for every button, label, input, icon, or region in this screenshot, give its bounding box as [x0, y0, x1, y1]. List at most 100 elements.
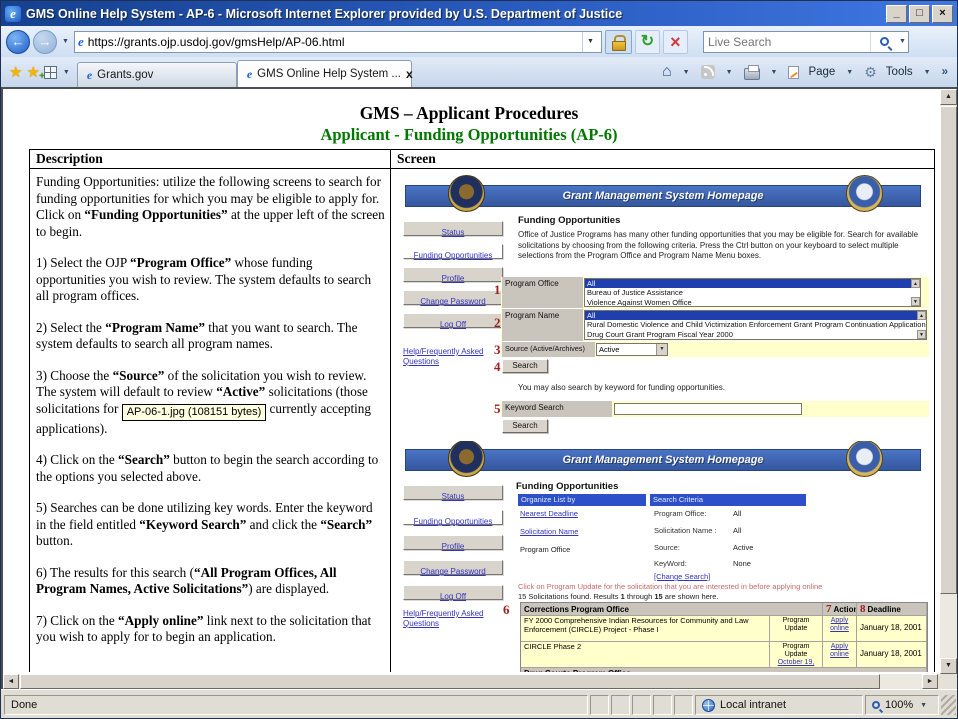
security-lock-button[interactable]	[605, 30, 632, 54]
horizontal-scroll-thumb[interactable]	[20, 674, 880, 689]
description-paragraph: 5) Searches can be done utilizing key wo…	[36, 500, 385, 550]
zoom-dropdown-icon[interactable]: ▼	[918, 702, 929, 709]
gear-icon[interactable]: ⚙	[864, 65, 877, 79]
add-favorite-icon[interactable]: ★+	[26, 63, 39, 81]
gms-nav-change-password[interactable]: Change Password	[403, 560, 503, 575]
organize-by-solicitation-name[interactable]: Solicitation Name	[520, 527, 578, 536]
listbox-option[interactable]: Drug Court Grant Program Fiscal Year 200…	[585, 330, 926, 339]
tools-menu[interactable]: Tools	[886, 66, 913, 78]
tab-grants-gov[interactable]: e Grants.gov	[77, 62, 237, 87]
feed-dropdown-icon[interactable]: ▼	[724, 69, 735, 76]
program-update-link[interactable]: October 19, 2000	[778, 659, 815, 668]
gms-nav-funding-opportunities[interactable]: Funding Opportunities	[403, 510, 503, 525]
zoom-magnifier-icon	[872, 701, 880, 709]
stop-button[interactable]: ×	[663, 30, 688, 54]
organize-by-nearest-deadline[interactable]: Nearest Deadline	[520, 509, 578, 518]
column-header-description: Description	[36, 151, 103, 167]
page-dropdown-icon[interactable]: ▼	[844, 69, 855, 76]
change-search-link[interactable]: [Change Search]	[654, 572, 710, 581]
description-paragraph: 4) Click on the “Search” button to begin…	[36, 452, 385, 485]
page-icon[interactable]	[788, 66, 799, 79]
close-button[interactable]: ×	[932, 5, 953, 23]
quick-tabs-icon[interactable]	[44, 66, 57, 79]
more-commands-chevron-icon[interactable]: »	[942, 66, 948, 78]
favorites-center-icon[interactable]: ★	[9, 63, 22, 81]
image-size-tooltip: AP-06-1.jpg (108151 bytes)	[122, 404, 267, 421]
program-office-listbox[interactable]: AllBureau of Justice AssistanceViolence …	[584, 278, 921, 307]
gms-nav-status[interactable]: Status	[403, 221, 503, 236]
command-bar: ⌂ ▼ ▼ ▼ Page ▼ ⚙ Tools ▼ »	[662, 57, 954, 87]
horizontal-scrollbar[interactable]: ◄ ►	[3, 674, 938, 689]
listbox-option[interactable]: Rural Domestic Violence and Child Victim…	[585, 320, 926, 329]
gms-nav-label: Status	[442, 228, 465, 237]
live-search-input[interactable]	[704, 35, 870, 49]
gms-help-link[interactable]: Help/Frequently Asked Questions	[403, 609, 515, 629]
window-title: GMS Online Help System - AP-6 - Microsof…	[26, 7, 881, 21]
apply-online-link[interactable]: Apply online	[830, 617, 849, 632]
gms-nav-funding-opportunities[interactable]: Funding Opportunities	[403, 244, 503, 259]
help-page: GMS – Applicant Procedures Applicant - F…	[3, 89, 937, 672]
favorites-group: ★ ★+ ▼	[4, 57, 77, 87]
url-input[interactable]	[88, 35, 578, 49]
live-search-box: ▼	[703, 31, 909, 53]
back-button[interactable]: ←	[6, 30, 30, 54]
scroll-left-icon[interactable]: ◄	[3, 674, 19, 689]
home-icon[interactable]: ⌂	[662, 63, 672, 81]
tools-dropdown-icon[interactable]: ▼	[922, 69, 933, 76]
tab-list-dropdown-icon[interactable]: ▼	[61, 69, 72, 76]
maximize-button[interactable]: □	[909, 5, 930, 23]
forward-button[interactable]: →	[33, 30, 57, 54]
tab-gms-help[interactable]: e GMS Online Help System ... x	[237, 60, 412, 87]
select-dropdown-icon[interactable]: ▼	[656, 344, 667, 355]
solicitations-table: Corrections Program Office 7Action 8Dead…	[520, 602, 928, 672]
gms-screenshot-results: Grant Management System Homepage StatusF…	[399, 441, 933, 672]
apply-online-link[interactable]: Apply online	[830, 643, 849, 658]
scroll-up-icon[interactable]: ▲	[940, 89, 957, 105]
program-name-label: Program Name	[502, 309, 583, 341]
results-summary: 15 Solicitations found. Results 1 throug…	[518, 592, 719, 601]
listbox-scroll-dn-icon[interactable]: ▼	[911, 297, 920, 306]
stop-icon: ×	[670, 34, 681, 50]
listbox-option[interactable]: Violence Against Women Office	[585, 298, 920, 307]
gms-nav-label: Log Off	[440, 320, 466, 329]
address-dropdown-icon[interactable]: ▼	[582, 32, 598, 52]
keyword-search-input[interactable]	[614, 403, 802, 415]
rss-feed-icon[interactable]	[701, 65, 715, 79]
gms-nav-log-off[interactable]: Log Off	[403, 313, 503, 328]
search-provider-dropdown-icon[interactable]: ▼	[897, 38, 908, 45]
page-favicon-icon: e	[78, 34, 84, 50]
resize-grip[interactable]	[941, 695, 956, 715]
vertical-scroll-thumb[interactable]	[940, 106, 957, 594]
history-dropdown-icon[interactable]: ▼	[60, 38, 71, 45]
gms-nav-change-password[interactable]: Change Password	[403, 290, 503, 305]
program-name-listbox[interactable]: AllRural Domestic Violence and Child Vic…	[584, 310, 927, 340]
scroll-right-icon[interactable]: ►	[922, 674, 938, 689]
tab-close-icon[interactable]: x	[406, 67, 413, 81]
search-button[interactable]: Search	[502, 359, 548, 373]
title-bar: e GMS Online Help System - AP-6 - Micros…	[1, 1, 957, 26]
vertical-scrollbar[interactable]: ▲ ▼	[940, 89, 957, 674]
source-select[interactable]: Active ▼	[596, 343, 668, 356]
refresh-button[interactable]: ↻	[635, 30, 660, 54]
print-dropdown-icon[interactable]: ▼	[769, 69, 780, 76]
listbox-option[interactable]: Bureau of Justice Assistance	[585, 288, 920, 297]
listbox-scroll-up-icon[interactable]: ▲	[917, 311, 926, 320]
keyword-search-button[interactable]: Search	[502, 419, 548, 433]
listbox-scroll-dn-icon[interactable]: ▼	[917, 330, 926, 339]
browser-window: e GMS Online Help System - AP-6 - Micros…	[0, 0, 958, 719]
home-dropdown-icon[interactable]: ▼	[681, 69, 692, 76]
listbox-option[interactable]: All	[585, 279, 920, 288]
print-icon[interactable]	[744, 68, 760, 80]
gms-nav-profile[interactable]: Profile	[403, 535, 503, 550]
gms-section-heading: Funding Opportunities	[516, 481, 618, 492]
gms-nav-log-off[interactable]: Log Off	[403, 585, 503, 600]
page-menu[interactable]: Page	[808, 66, 835, 78]
gms-nav-status[interactable]: Status	[403, 485, 503, 500]
zoom-pane[interactable]: 100% ▼	[865, 695, 939, 715]
scroll-down-icon[interactable]: ▼	[940, 658, 957, 674]
minimize-button[interactable]: _	[886, 5, 907, 23]
search-go-button[interactable]	[870, 32, 897, 52]
gms-nav-profile[interactable]: Profile	[403, 267, 503, 282]
listbox-option[interactable]: All	[585, 311, 926, 320]
listbox-scroll-up-icon[interactable]: ▲	[911, 279, 920, 288]
